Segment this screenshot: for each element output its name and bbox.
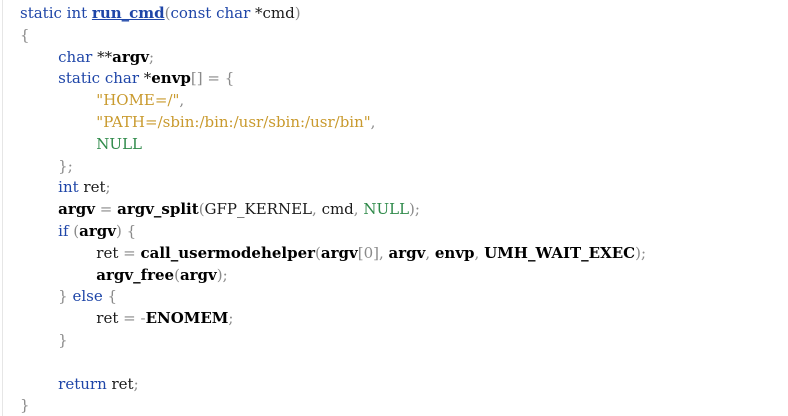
code-token-punct: ;	[228, 309, 234, 328]
code-token-bold: argv	[179, 265, 217, 284]
code-token-bold: envp	[151, 69, 191, 88]
code-token-punct: =	[118, 243, 141, 262]
code-token-kw: const char	[170, 4, 256, 22]
code-token-plain: GFP_KERNEL	[204, 200, 313, 219]
code-token-punct: };	[58, 156, 73, 175]
code-token-bold: argv_split	[117, 200, 199, 219]
code-line[interactable]: static int run_cmd(const char *cmd)	[20, 3, 646, 25]
code-token-punct: {	[20, 25, 30, 44]
code-line[interactable]: ret = call_usermodehelper(argv[0], argv,…	[20, 243, 646, 265]
code-line[interactable]: {	[20, 25, 646, 47]
code-token-punct: [] = {	[190, 69, 235, 88]
code-token-punct: =	[94, 200, 118, 219]
code-token-bold: argv	[112, 47, 149, 66]
code-token-punct: }	[58, 287, 73, 306]
code-token-str: "PATH=/sbin:/bin:/usr/sbin:/usr/bin"	[96, 112, 371, 131]
code-line[interactable]: NULL	[20, 134, 646, 156]
code-token-kw: char	[58, 47, 98, 66]
code-token-punct: ,	[312, 200, 322, 219]
code-token-kw: if	[58, 221, 74, 240]
code-token-bold: argv	[320, 243, 358, 262]
code-token-kw: return	[58, 374, 112, 393]
code-token-bold: ENOMEM	[145, 309, 229, 328]
code-line[interactable]: "HOME=/",	[20, 90, 646, 112]
code-line[interactable]: argv_free(argv);	[20, 265, 646, 287]
code-token-plain: **	[97, 47, 113, 66]
code-token-punct: = -	[118, 309, 146, 328]
code-line[interactable]: return ret;	[20, 374, 646, 396]
code-token-punct: );	[635, 243, 647, 262]
code-line[interactable]: }	[20, 330, 646, 352]
code-line[interactable]	[20, 352, 646, 374]
code-token-punct: ) {	[115, 221, 137, 240]
code-token-punct: ;	[133, 374, 139, 393]
code-line[interactable]: if (argv) {	[20, 221, 646, 243]
code-token-str: "HOME=/"	[96, 91, 180, 110]
code-token-plain: ret	[96, 243, 119, 262]
code-token-bold: call_usermodehelper	[140, 243, 316, 262]
code-token-kw: static int	[20, 4, 92, 22]
code-token-punct: )	[294, 4, 301, 22]
code-line[interactable]: static char *envp[] = {	[20, 68, 646, 90]
code-line[interactable]: char **argv;	[20, 47, 646, 69]
code-token-punct: ,	[370, 112, 376, 131]
code-token-punct: }	[20, 396, 30, 415]
code-token-const: NULL	[363, 200, 410, 219]
code-line[interactable]: };	[20, 156, 646, 178]
code-token-kw: int	[58, 178, 84, 197]
code-token-kw: static char	[58, 69, 144, 88]
code-token-punct: );	[216, 265, 228, 284]
code-line[interactable]: int ret;	[20, 177, 646, 199]
code-token-punct: );	[409, 200, 420, 219]
code-token-punct: {	[107, 287, 118, 306]
code-token-bold: argv_free	[96, 265, 175, 284]
code-token-plain: *cmd	[255, 4, 295, 22]
code-token-punct: ,	[353, 200, 364, 219]
code-token-plain: ret	[83, 178, 106, 197]
code-token-punct: }	[58, 330, 68, 349]
code-token-bold: argv	[79, 221, 116, 240]
code-token-punct: ,	[474, 243, 485, 262]
code-line[interactable]: } else {	[20, 286, 646, 308]
code-token-punct: ,	[425, 243, 435, 262]
code-token-bold: UMH_WAIT_EXEC	[484, 243, 636, 262]
code-line[interactable]: argv = argv_split(GFP_KERNEL, cmd, NULL)…	[20, 199, 646, 221]
code-line[interactable]: ret = -ENOMEM;	[20, 308, 646, 330]
code-token-punct: ;	[105, 178, 111, 197]
code-line[interactable]: }	[20, 395, 646, 416]
code-token-plain: ret	[96, 309, 119, 328]
code-token-plain: ret	[111, 374, 134, 393]
code-token-bold: argv	[58, 200, 95, 219]
code-token-fn-def: run_cmd	[91, 4, 165, 22]
code-block[interactable]: static int run_cmd(const char *cmd){ cha…	[20, 3, 646, 416]
code-token-const: NULL	[96, 134, 142, 153]
code-token-kw: else	[72, 287, 108, 306]
code-token-punct: [0],	[357, 243, 389, 262]
code-token-plain: cmd	[321, 200, 354, 219]
code-editor[interactable]: static int run_cmd(const char *cmd){ cha…	[0, 0, 788, 416]
code-token-bold: argv	[388, 243, 426, 262]
code-token-punct: ,	[179, 91, 185, 110]
gutter-divider	[2, 0, 3, 416]
code-token-punct: ;	[148, 47, 154, 66]
code-token-bold: envp	[434, 243, 475, 262]
code-line[interactable]: "PATH=/sbin:/bin:/usr/sbin:/usr/bin",	[20, 112, 646, 134]
